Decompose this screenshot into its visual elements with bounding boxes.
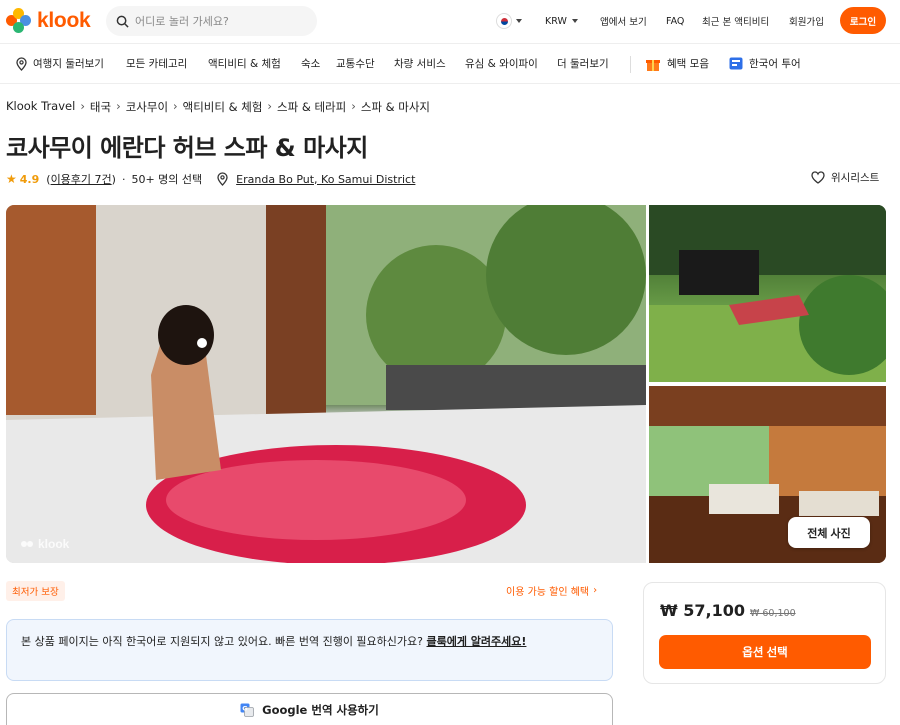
- currency-selector[interactable]: KRW: [545, 0, 578, 42]
- search-box[interactable]: [106, 6, 317, 36]
- translate-label: Google 번역 사용하기: [262, 702, 379, 717]
- spa-bath-illustration: [6, 205, 646, 563]
- search-icon: [116, 15, 129, 28]
- category-more[interactable]: 더 둘러보기: [557, 56, 609, 71]
- location-pin-icon: [217, 172, 228, 186]
- category-korean-tour[interactable]: 한국어 투어: [749, 56, 801, 71]
- category-activities[interactable]: 액티비티 & 체험: [208, 56, 281, 71]
- language-flag-icon[interactable]: [496, 13, 512, 29]
- location-pin-icon: [16, 57, 27, 71]
- klook-watermark-icon: [21, 541, 33, 547]
- language-chevron-icon[interactable]: [516, 19, 522, 23]
- category-divider: [630, 56, 631, 73]
- side-photo-garden[interactable]: [649, 205, 886, 382]
- app-link[interactable]: 앱에서 보기: [600, 0, 647, 42]
- price-display: ₩ 57,100 ₩ 60,100: [660, 601, 796, 620]
- rating-value: 4.9: [19, 172, 40, 186]
- breadcrumb-item[interactable]: 액티비티 & 체험: [183, 99, 263, 115]
- translation-notice: 본 상품 페이지는 아직 한국어로 지원되지 않고 있어요. 빠른 번역 진행이…: [6, 619, 613, 681]
- current-price: ₩ 57,100: [660, 601, 745, 620]
- product-meta: ★ 4.9 (이용후기 7건) · 50+ 명의 선택 Eranda Bo Pu…: [6, 171, 416, 187]
- klook-logo[interactable]: klook: [6, 8, 91, 34]
- category-promo[interactable]: 혜택 모음: [667, 56, 709, 71]
- select-option-button[interactable]: 옵션 선택: [659, 635, 871, 669]
- faq-link[interactable]: FAQ: [666, 0, 684, 42]
- korean-tour-icon: [729, 57, 743, 70]
- location-link[interactable]: Eranda Bo Put, Ko Samui District: [236, 173, 415, 186]
- google-translate-button[interactable]: G Google 번역 사용하기: [6, 693, 613, 725]
- category-car-service[interactable]: 차량 서비스: [394, 56, 446, 71]
- top-header: klook KRW 앱에서 보기 FAQ 최근 본 액티비티 회원가입 로그인: [0, 0, 900, 42]
- breadcrumb-item[interactable]: 스파 & 마사지: [361, 99, 430, 115]
- discount-link[interactable]: 이용 가능 할인 혜택 ›: [506, 583, 597, 598]
- notice-text: 본 상품 페이지는 아직 한국어로 지원되지 않고 있어요. 빠른 번역 진행이…: [21, 635, 427, 648]
- recent-link[interactable]: 최근 본 액티비티: [702, 0, 769, 42]
- discount-label: 이용 가능 할인 혜택: [506, 587, 590, 598]
- app-link-label: 앱에서 보기: [600, 17, 647, 28]
- google-translate-icon: G: [240, 703, 255, 717]
- star-icon: ★: [6, 172, 17, 186]
- breadcrumb-item[interactable]: 태국: [90, 99, 111, 115]
- category-sim-wifi[interactable]: 유심 & 와이파이: [465, 56, 538, 71]
- garden-sign-illustration: [649, 205, 886, 382]
- photo-watermark: klook: [20, 537, 69, 551]
- category-stay[interactable]: 숙소: [301, 56, 320, 71]
- heart-icon: [811, 171, 825, 184]
- breadcrumb-item[interactable]: Klook Travel: [6, 99, 75, 115]
- main-photo[interactable]: [6, 205, 646, 563]
- wishlist-label: 위시리스트: [831, 172, 880, 184]
- all-photos-button[interactable]: 전체 사진: [788, 517, 870, 548]
- svg-text:G: G: [242, 704, 247, 712]
- login-button[interactable]: 로그인: [840, 7, 886, 34]
- search-input[interactable]: [135, 14, 305, 28]
- signup-link-label: 회원가입: [789, 17, 824, 28]
- best-price-badge: 최저가 보장: [6, 581, 65, 601]
- notify-klook-link[interactable]: 클룩에게 알려주세요!: [427, 635, 527, 648]
- category-all[interactable]: 모든 카테고리: [126, 56, 187, 71]
- category-transport[interactable]: 교통수단: [336, 56, 375, 71]
- category-bar: 여행지 둘러보기 모든 카테고리 액티비티 & 체험 숙소 교통수단 차량 서비…: [0, 43, 900, 84]
- breadcrumb-item[interactable]: 스파 & 테라피: [277, 99, 346, 115]
- watermark-text: klook: [38, 537, 70, 551]
- category-explore[interactable]: 여행지 둘러보기: [33, 56, 104, 71]
- wishlist-button[interactable]: 위시리스트: [811, 170, 879, 185]
- chevron-right-icon: ›: [593, 585, 598, 596]
- currency-chevron-icon: [571, 19, 578, 23]
- booked-count: 50+ 명의 선택: [131, 173, 203, 186]
- reviews-link[interactable]: 이용후기 7건: [51, 171, 112, 187]
- page-title: 코사무이 에란다 허브 스파 & 마사지: [6, 134, 368, 162]
- logo-mark-icon: [6, 8, 32, 34]
- original-price: ₩ 60,100: [749, 608, 796, 619]
- price-box: ₩ 57,100 ₩ 60,100 옵션 선택: [643, 582, 886, 684]
- recent-link-label: 최근 본 액티비티: [702, 17, 770, 28]
- breadcrumb-item[interactable]: 코사무이: [126, 99, 168, 115]
- currency-label: KRW: [545, 15, 567, 27]
- gift-icon: [646, 60, 660, 71]
- faq-link-label: FAQ: [666, 15, 685, 27]
- signup-link[interactable]: 회원가입: [789, 0, 824, 42]
- breadcrumb: Klook Travel › 태국 › 코사무이 › 액티비티 & 체험 › 스파 & …: [6, 99, 430, 115]
- logo-text: klook: [37, 9, 91, 32]
